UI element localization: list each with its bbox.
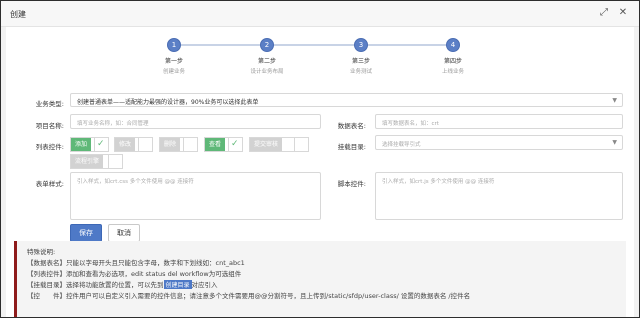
toggle-workflow-label: 流程引擎 <box>71 155 104 168</box>
toggle-view[interactable]: 查看 ✓ <box>204 137 243 152</box>
note-controls: 【控 件】控件用户可以自定义引入需要的控件信息；请注意多个文件需要用@@分割符号… <box>27 292 471 300</box>
save-button[interactable]: 保存 <box>70 224 102 242</box>
toggle-add-label: 添加 <box>71 138 92 151</box>
notes-title: 特殊说明: <box>27 248 56 256</box>
step-1-desc: 创建业务 <box>162 69 185 75</box>
business-type-select[interactable]: 创建普通表单——适配能力最强的设计器，90%业务可以选择此表单 ▼ <box>70 93 623 107</box>
project-name-placeholder: 填写业务名称，如：合同管理 <box>77 121 149 127</box>
form-style-textarea[interactable]: 引入样式，如crt.css 多个文件使用 @@ 连接符 <box>70 172 321 220</box>
form-style-label: 表单样式: <box>35 180 64 188</box>
script-control-textarea[interactable]: 引入样式，如crt.js 多个文件使用 @@ 连接符 <box>375 172 623 220</box>
project-name-input[interactable]: 填写业务名称，如：合同管理 <box>70 114 321 129</box>
business-type-value: 创建普通表单——适配能力最强的设计器，90%业务可以选择此表单 <box>77 99 259 106</box>
step-2-circle: 2 <box>260 38 274 52</box>
create-dir-link[interactable]: 创建目录 <box>163 280 192 289</box>
step-4-name: 第四步 <box>443 58 462 65</box>
business-type-label: 业务类型: <box>35 100 64 108</box>
mount-dir-select[interactable]: 选择挂载导引式 ▼ <box>375 135 623 150</box>
step-2-name: 第二步 <box>257 58 276 65</box>
toggle-workflow[interactable]: 流程引擎 <box>70 154 123 169</box>
toggle-submit-review[interactable]: 提交审核 <box>249 137 309 152</box>
step-connector-line <box>181 44 453 46</box>
step-3-circle: 3 <box>354 38 368 52</box>
special-notes-panel: 特殊说明: 【数据表名】只能以字母开头且只能包含字母，数字和下划线如：cnt_a… <box>14 241 626 317</box>
note-mount-dir-text-b: 对应引入 <box>191 281 218 289</box>
note-mount-dir: 【挂载目录】选择将功能放置的位置，可以先到 创建目录 对应引入 <box>27 279 218 289</box>
chevron-down-icon: ▼ <box>612 139 617 146</box>
script-control-placeholder: 引入样式，如crt.js 多个文件使用 @@ 连接符 <box>382 179 495 185</box>
step-3-name: 第三步 <box>351 58 370 65</box>
step-4-circle: 4 <box>446 38 460 52</box>
window-title: 创建 <box>10 10 26 19</box>
step-1-circle: 1 <box>167 38 181 52</box>
toggle-delete[interactable]: 删除 <box>159 137 198 152</box>
step-3-desc: 业务测试 <box>349 69 372 75</box>
note-table-name: 【数据表名】只能以字母开头且只能包含字母，数字和下划线如：cnt_abc1 <box>27 259 245 267</box>
step-1-name: 第一步 <box>164 58 183 65</box>
project-name-label: 项目名称: <box>35 122 64 130</box>
mount-dir-label: 挂载目录: <box>337 143 366 151</box>
table-name-label: 数据表名: <box>337 122 366 130</box>
dialog-content: 1 第一步 创建业务 2 第二步 设计业务布局 3 第三步 业务测试 4 第四步… <box>6 27 634 317</box>
mount-dir-placeholder: 选择挂载导引式 <box>382 142 421 148</box>
toggle-view-label: 查看 <box>205 138 226 151</box>
toggle-submit-review-label: 提交审核 <box>250 138 283 151</box>
note-list-controls: 【列表控件】添加和查看为必选项，edit status del workflow… <box>27 270 242 278</box>
table-name-input[interactable]: 填写数据表名，如：crt <box>375 114 623 129</box>
cancel-button[interactable]: 取消 <box>108 224 140 242</box>
close-icon[interactable]: ✕ <box>617 7 629 19</box>
step-4-desc: 上线业务 <box>441 69 464 75</box>
check-icon: ✓ <box>231 139 239 149</box>
maximize-icon[interactable]: ⤢ <box>598 7 610 19</box>
form-style-placeholder: 引入样式，如crt.css 多个文件使用 @@ 连接符 <box>77 179 194 185</box>
toggle-edit-label: 修改 <box>115 138 136 151</box>
title-bar: 创建 ⤢ ✕ <box>1 1 639 27</box>
step-2-desc: 设计业务布局 <box>250 69 284 75</box>
script-control-label: 脚本控件: <box>337 180 366 188</box>
note-mount-dir-text-a: 【挂载目录】选择将功能放置的位置，可以先到 <box>27 281 164 289</box>
toggle-edit[interactable]: 修改 <box>114 137 153 152</box>
table-name-placeholder: 填写数据表名，如：crt <box>382 121 439 127</box>
toggle-delete-label: 删除 <box>160 138 181 151</box>
check-icon: ✓ <box>97 139 105 149</box>
list-controls-label: 列表控件: <box>35 143 64 151</box>
right-scroll-gutter[interactable] <box>634 27 639 317</box>
chevron-down-icon: ▼ <box>612 97 617 104</box>
step-progress: 1 第一步 创建业务 2 第二步 设计业务布局 3 第三步 业务测试 4 第四步… <box>6 27 634 87</box>
toggle-add[interactable]: 添加 ✓ <box>70 137 109 152</box>
